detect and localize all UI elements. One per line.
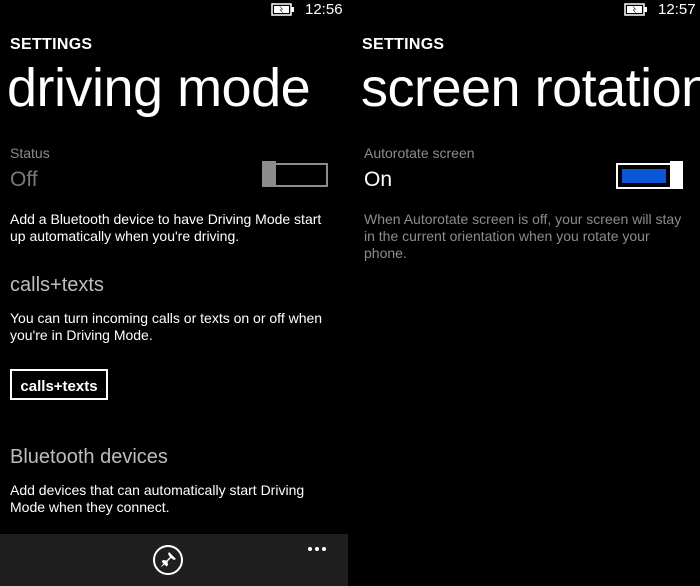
autorotate-description: When Autorotate screen is off, your scre… — [364, 211, 682, 261]
autorotate-label: Autorotate screen — [364, 145, 475, 161]
clock: 12:56 — [305, 1, 343, 18]
status-bar: 12:57 — [352, 0, 700, 20]
calls-texts-button[interactable]: calls+texts — [10, 369, 108, 400]
app-label: SETTINGS — [362, 36, 445, 53]
driving-mode-screen: 12:56 SETTINGS driving mode Status Off A… — [0, 0, 348, 586]
app-bar — [0, 534, 348, 586]
pin-button[interactable] — [153, 545, 183, 575]
status-label: Status — [10, 145, 50, 161]
clock: 12:57 — [658, 1, 696, 18]
battery-charging-icon — [271, 3, 295, 16]
status-bar: 12:56 — [0, 0, 348, 20]
toggle-thumb — [670, 161, 683, 189]
toggle-track — [274, 163, 328, 187]
calls-texts-heading: calls+texts — [10, 274, 104, 296]
pin-icon — [160, 552, 176, 568]
toggle-fill — [622, 169, 666, 183]
battery-charging-icon — [624, 3, 648, 16]
toggle-thumb — [262, 161, 276, 187]
driving-mode-toggle[interactable] — [262, 161, 328, 187]
autorotate-toggle[interactable] — [616, 161, 684, 189]
bluetooth-devices-description: Add devices that can automatically start… — [10, 482, 305, 515]
page-title: screen rotation — [361, 58, 700, 118]
driving-mode-description: Add a Bluetooth device to have Driving M… — [10, 211, 322, 244]
screen-rotation-screen: 12:57 SETTINGS screen rotation Autorotat… — [352, 0, 700, 586]
autorotate-value: On — [364, 168, 393, 191]
page-title: driving mode — [7, 58, 311, 118]
status-value: Off — [10, 168, 38, 191]
calls-texts-description: You can turn incoming calls or texts on … — [10, 310, 323, 343]
toggle-track — [616, 163, 672, 189]
ellipsis-icon[interactable] — [308, 538, 332, 551]
bluetooth-devices-heading: Bluetooth devices — [10, 446, 168, 468]
app-label: SETTINGS — [10, 36, 93, 53]
